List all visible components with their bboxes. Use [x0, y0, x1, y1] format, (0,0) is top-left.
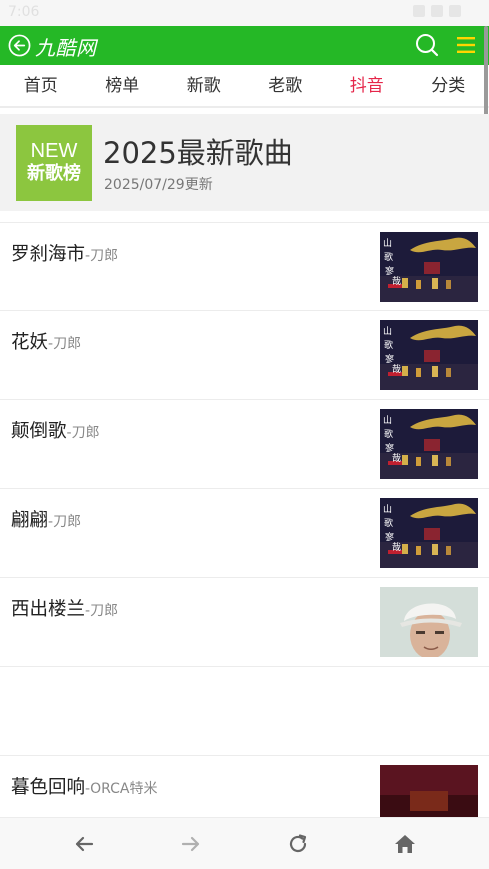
home-icon[interactable] — [393, 832, 417, 856]
svg-text:歌: 歌 — [384, 517, 393, 529]
song-title[interactable]: 翩翩 — [11, 510, 48, 531]
song-list: 罗刹海市-刀郎 山 歌 寥 哉 花妖-刀郎 山 歌 寥 哉 颠倒歌-刀郎 山 歌… — [0, 222, 489, 845]
svg-text:寥: 寥 — [385, 442, 394, 454]
album-cover-image[interactable]: 山 歌 寥 哉 — [380, 320, 478, 390]
song-artist: -ORCA特米 — [85, 781, 158, 797]
song-artist: -刀郎 — [85, 603, 119, 619]
tab-charts[interactable]: 榜单 — [82, 65, 164, 106]
tab-new-songs[interactable]: 新歌 — [163, 65, 245, 106]
badge-sub-label: 新歌榜 — [27, 163, 81, 184]
svg-text:山: 山 — [383, 238, 392, 249]
song-title-line[interactable]: 暮色回响-ORCA特米 — [11, 773, 157, 799]
update-date: 2025/07/29更新 — [104, 177, 213, 193]
search-icon[interactable] — [414, 32, 440, 58]
svg-text:哉: 哉 — [392, 363, 401, 375]
svg-text:寥: 寥 — [385, 353, 394, 365]
new-songs-badge: NEW 新歌榜 — [16, 125, 92, 201]
signal-icon — [431, 5, 443, 17]
svg-text:哉: 哉 — [392, 452, 401, 464]
svg-text:歌: 歌 — [384, 339, 393, 351]
chart-banner: NEW 新歌榜 2025最新歌曲 2025/07/29更新 — [0, 114, 489, 211]
song-title[interactable]: 罗刹海市 — [11, 244, 85, 265]
album-cover-image[interactable]: 山 歌 寥 哉 — [380, 232, 478, 302]
song-title-line[interactable]: 罗刹海市-刀郎 — [11, 240, 118, 266]
artist-photo-image[interactable] — [380, 587, 478, 657]
svg-text:歌: 歌 — [384, 251, 393, 263]
svg-text:寥: 寥 — [385, 265, 394, 277]
badge-new-label: NEW — [30, 140, 78, 162]
song-title[interactable]: 颠倒歌 — [11, 421, 67, 442]
reload-icon[interactable] — [286, 832, 310, 856]
back-arrow-icon[interactable] — [72, 832, 96, 856]
category-nav: 首页 榜单 新歌 老歌 抖音 分类 — [0, 65, 489, 108]
svg-text:哉: 哉 — [392, 275, 401, 287]
song-artist: -刀郎 — [48, 336, 82, 352]
album-cover-image[interactable]: 山 歌 寥 哉 — [380, 498, 478, 568]
tab-home[interactable]: 首页 — [0, 65, 82, 106]
page-title: 2025最新歌曲 — [103, 136, 293, 170]
svg-text:歌: 歌 — [384, 428, 393, 440]
site-header: 九酷网 — [0, 26, 489, 65]
song-item[interactable]: 翩翩-刀郎 山 歌 寥 哉 — [0, 489, 489, 578]
battery-icon — [449, 5, 461, 17]
site-logo[interactable]: 九酷网 — [35, 32, 97, 61]
svg-text:山: 山 — [383, 326, 392, 337]
wifi-icon — [413, 5, 425, 17]
song-artist: -刀郎 — [66, 425, 100, 441]
song-title[interactable]: 西出楼兰 — [11, 599, 85, 620]
browser-toolbar — [0, 817, 489, 869]
svg-text:山: 山 — [383, 415, 392, 426]
song-item[interactable]: 花妖-刀郎 山 歌 寥 哉 — [0, 311, 489, 400]
song-title-line[interactable]: 花妖-刀郎 — [11, 328, 81, 354]
song-title-line[interactable]: 颠倒歌-刀郎 — [11, 417, 100, 443]
status-icons — [413, 5, 461, 17]
tab-old-songs[interactable]: 老歌 — [245, 65, 327, 106]
svg-text:寥: 寥 — [385, 531, 394, 543]
menu-icon[interactable] — [455, 34, 477, 56]
tab-categories[interactable]: 分类 — [408, 65, 489, 106]
song-title-line[interactable]: 翩翩-刀郎 — [11, 506, 81, 532]
song-artist: -刀郎 — [48, 514, 82, 530]
song-item[interactable]: 罗刹海市-刀郎 山 歌 寥 哉 — [0, 222, 489, 311]
song-item[interactable]: 颠倒歌-刀郎 山 歌 寥 哉 — [0, 400, 489, 489]
album-cover-image[interactable]: 山 歌 寥 哉 — [380, 409, 478, 479]
song-artist: -刀郎 — [85, 248, 119, 264]
empty-row — [0, 667, 489, 756]
forward-arrow-icon[interactable] — [179, 832, 203, 856]
svg-text:哉: 哉 — [392, 541, 401, 553]
song-title[interactable]: 暮色回响 — [11, 777, 85, 798]
svg-text:山: 山 — [383, 504, 392, 515]
back-circle-icon[interactable] — [8, 34, 31, 57]
song-title[interactable]: 花妖 — [11, 332, 48, 353]
song-title-line[interactable]: 西出楼兰-刀郎 — [11, 595, 118, 621]
status-bar: 7:06 — [0, 0, 489, 26]
song-item[interactable]: 西出楼兰-刀郎 — [0, 578, 489, 667]
tab-douyin[interactable]: 抖音 — [326, 65, 408, 106]
status-time: 7:06 — [8, 4, 40, 20]
